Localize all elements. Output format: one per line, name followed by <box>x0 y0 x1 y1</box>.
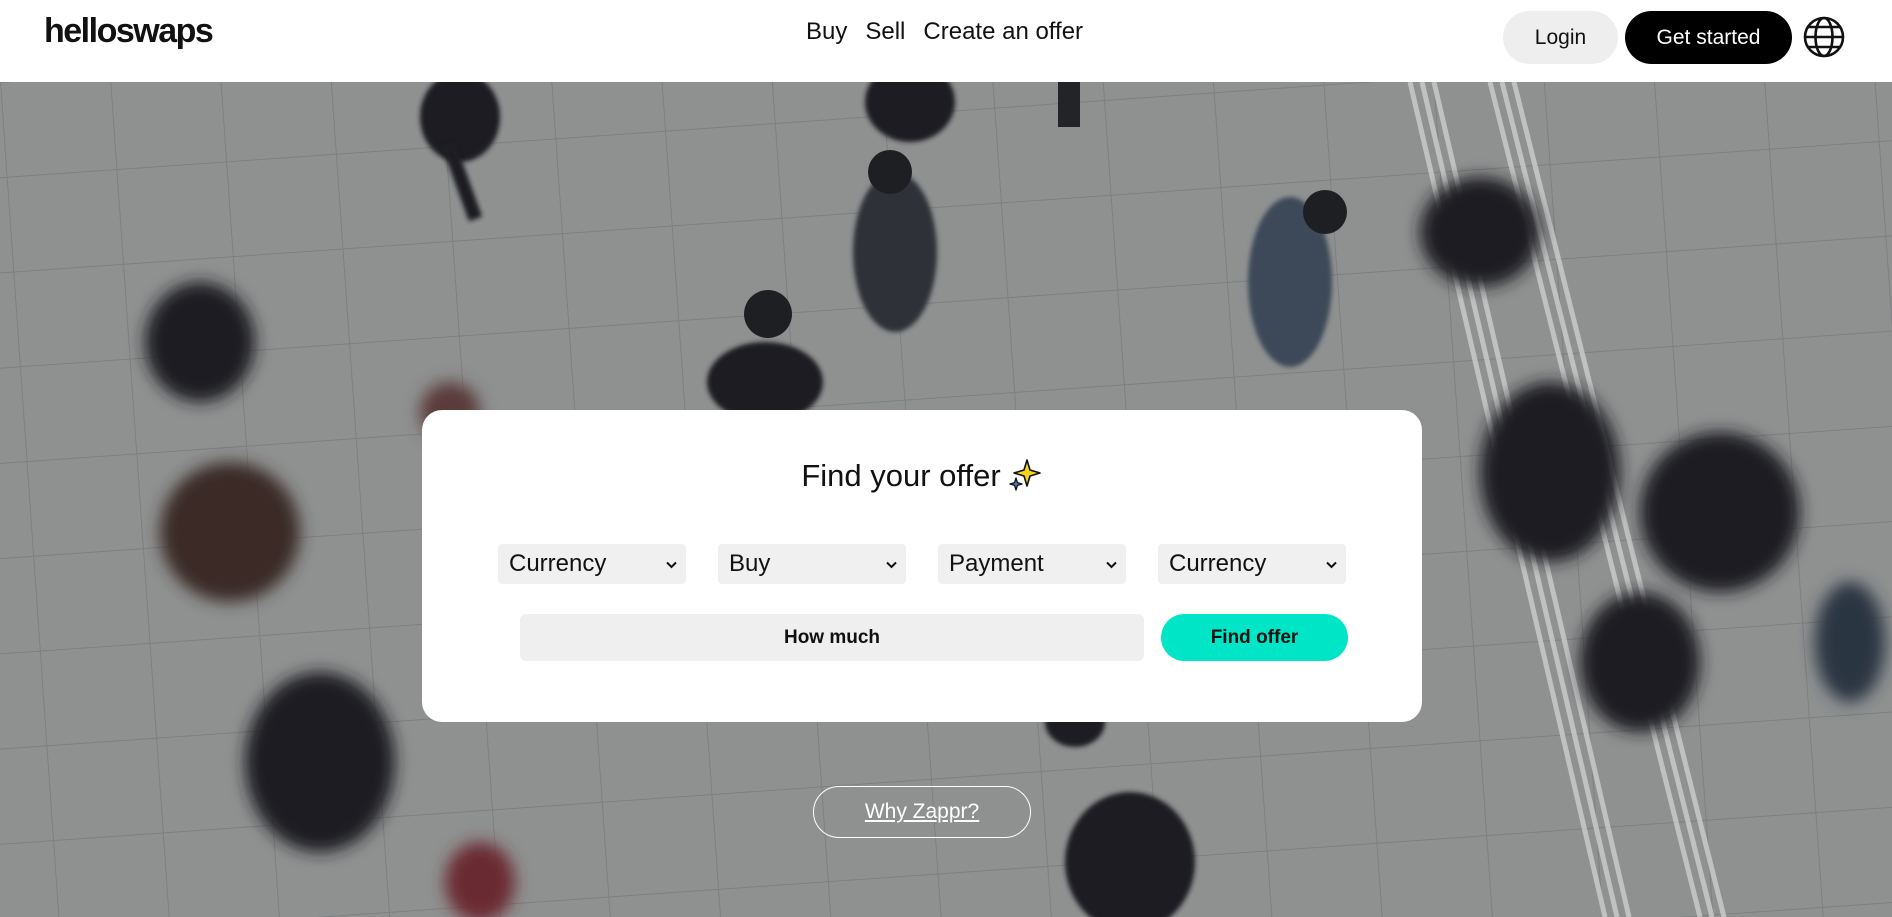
get-started-button[interactable]: Get started <box>1625 11 1792 64</box>
nav-buy-link[interactable]: Buy <box>806 18 847 46</box>
amount-input[interactable] <box>520 614 1144 661</box>
nav-create-offer-link[interactable]: Create an offer <box>923 18 1083 46</box>
find-offer-title: Find your offer <box>422 458 1422 494</box>
sparkles-icon <box>1009 459 1041 491</box>
brand-logo[interactable]: helloswaps <box>44 12 214 51</box>
payment-value: Payment <box>949 550 1044 577</box>
find-offer-card: Find your offer Currency Buy Payment Cur… <box>422 410 1422 722</box>
globe-icon[interactable] <box>1802 15 1846 59</box>
currency-from-select[interactable]: Currency <box>498 544 686 584</box>
find-offer-button[interactable]: Find offer <box>1161 614 1348 661</box>
trade-type-value: Buy <box>729 550 771 577</box>
nav-sell-link[interactable]: Sell <box>865 18 905 46</box>
currency-to-select[interactable]: Currency <box>1158 544 1346 584</box>
why-zappr-button[interactable]: Why Zappr? <box>813 786 1031 838</box>
chevron-down-icon <box>1106 561 1117 569</box>
chevron-down-icon <box>1326 561 1337 569</box>
login-button[interactable]: Login <box>1503 11 1618 64</box>
main-nav: Buy Sell Create an offer <box>806 18 1083 46</box>
chevron-down-icon <box>886 561 897 569</box>
currency-from-value: Currency <box>509 550 607 577</box>
chevron-down-icon <box>666 561 677 569</box>
trade-type-select[interactable]: Buy <box>718 544 906 584</box>
find-offer-title-text: Find your offer <box>801 458 1001 493</box>
currency-to-value: Currency <box>1169 550 1267 577</box>
payment-select[interactable]: Payment <box>938 544 1126 584</box>
top-header: helloswaps Buy Sell Create an offer Logi… <box>0 0 1892 82</box>
